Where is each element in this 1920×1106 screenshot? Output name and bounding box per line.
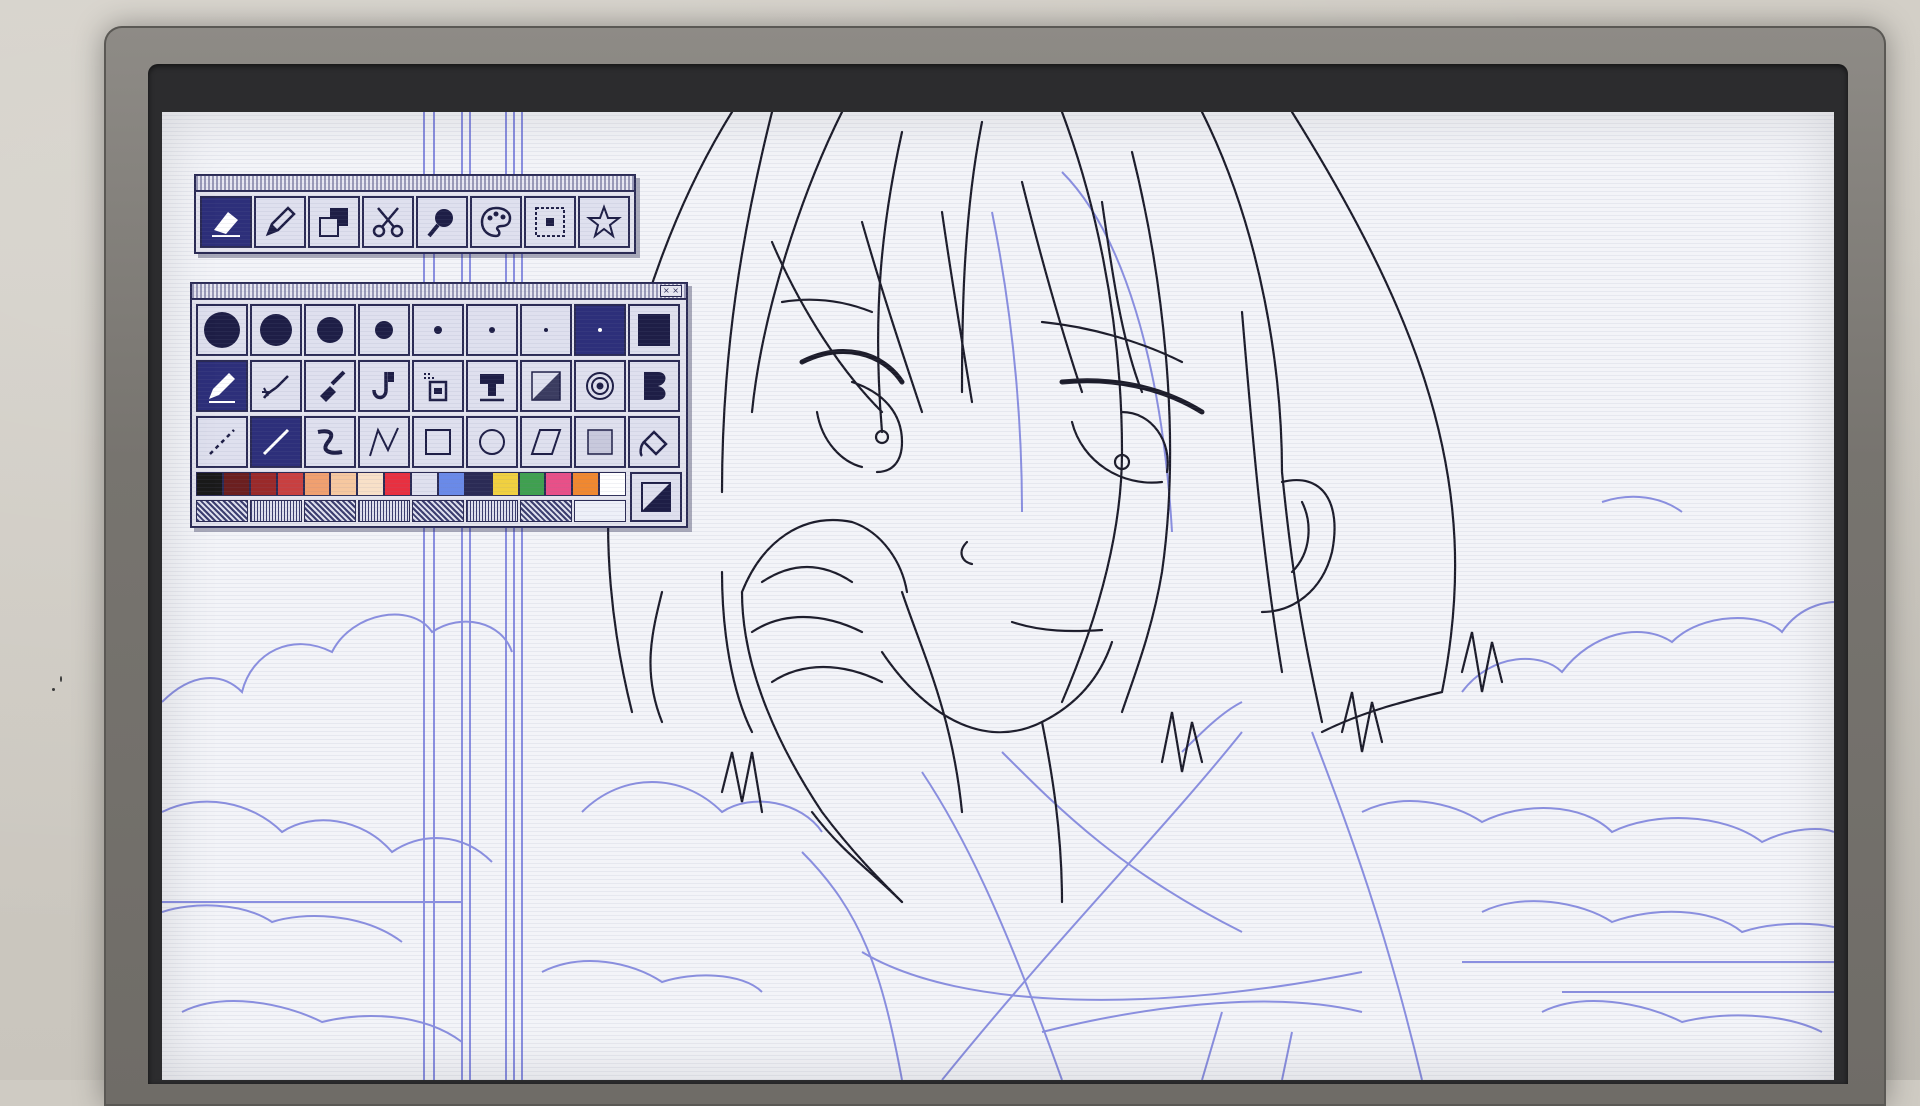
- brush-size-3-button[interactable]: [304, 304, 356, 356]
- color-swatch[interactable]: [599, 472, 626, 496]
- color-swatch[interactable]: [222, 472, 250, 496]
- airbrush-icon[interactable]: [250, 360, 302, 412]
- ellipse-icon[interactable]: [466, 416, 518, 468]
- brush-size-1-button[interactable]: [196, 304, 248, 356]
- drawing-canvas[interactable]: × ×: [162, 112, 1834, 1080]
- brush-tool-grid: [192, 360, 686, 416]
- fill-stamp-icon[interactable]: [466, 360, 518, 412]
- color-swatch[interactable]: [303, 472, 331, 496]
- brush-size-4-button[interactable]: [358, 304, 410, 356]
- color-swap-icon[interactable]: [630, 472, 682, 522]
- color-swatch[interactable]: [572, 472, 600, 496]
- wall-speck: [52, 688, 55, 691]
- select-frame-icon[interactable]: [524, 196, 576, 248]
- brush-size-7-button[interactable]: [520, 304, 572, 356]
- brush-palette: × ×: [190, 282, 688, 528]
- line-icon[interactable]: [250, 416, 302, 468]
- smudge-icon[interactable]: [358, 360, 410, 412]
- tool-grid: [196, 192, 634, 252]
- wall-speck: [60, 676, 62, 682]
- scissors-icon[interactable]: [362, 196, 414, 248]
- color-swatch[interactable]: [276, 472, 304, 496]
- brush-size-2-button[interactable]: [250, 304, 302, 356]
- color-swatch[interactable]: [437, 472, 465, 496]
- color-swatch[interactable]: [384, 472, 411, 496]
- star-icon[interactable]: [578, 196, 630, 248]
- target-icon[interactable]: [574, 360, 626, 412]
- palette-icon[interactable]: [470, 196, 522, 248]
- pattern-swatch[interactable]: [466, 500, 518, 522]
- pattern-swatch[interactable]: [520, 500, 572, 522]
- brush-icon[interactable]: [304, 360, 356, 412]
- brush-size-grid: [192, 300, 686, 360]
- line-art-layer: [607, 112, 1504, 904]
- artwork-layer: [162, 112, 1834, 1080]
- polyline-icon[interactable]: [358, 416, 410, 468]
- brush-size-8-button[interactable]: [574, 304, 626, 356]
- eraser-icon[interactable]: [200, 196, 252, 248]
- pattern-swatch-blank[interactable]: [574, 500, 626, 522]
- brush-size-5-button[interactable]: [412, 304, 464, 356]
- color-swatch[interactable]: [545, 472, 573, 496]
- bucket-b-icon[interactable]: [628, 360, 680, 412]
- stamp-icon[interactable]: [412, 360, 464, 412]
- layer-copy-icon[interactable]: [308, 196, 360, 248]
- pattern-swatch[interactable]: [196, 500, 248, 522]
- magnifier-icon[interactable]: [416, 196, 468, 248]
- freehand-icon[interactable]: [304, 416, 356, 468]
- pencil-icon[interactable]: [196, 360, 248, 412]
- pen-icon[interactable]: [254, 196, 306, 248]
- color-swatch[interactable]: [518, 472, 546, 496]
- color-swatch[interactable]: [491, 472, 519, 496]
- pattern-swatch[interactable]: [250, 500, 302, 522]
- pattern-row: [192, 498, 630, 526]
- brush-size-fill-button[interactable]: [628, 304, 680, 356]
- brush-palette-titlebar[interactable]: × ×: [192, 284, 686, 300]
- color-swatch[interactable]: [330, 472, 358, 496]
- dotted-line-icon[interactable]: [196, 416, 248, 468]
- paint-bucket-icon[interactable]: [628, 416, 680, 468]
- gradient-icon[interactable]: [520, 360, 572, 412]
- palette-close-icon[interactable]: × ×: [660, 285, 682, 297]
- main-tool-palette: [194, 174, 636, 254]
- color-swatch-row: [192, 472, 630, 498]
- blue-sketch-layer: [162, 112, 1834, 1080]
- color-swatch[interactable]: [196, 472, 223, 496]
- color-swatch[interactable]: [249, 472, 277, 496]
- pattern-swatch[interactable]: [412, 500, 464, 522]
- filled-rect-icon[interactable]: [574, 416, 626, 468]
- brush-size-6-button[interactable]: [466, 304, 518, 356]
- pattern-swatch[interactable]: [358, 500, 410, 522]
- color-swatch[interactable]: [411, 472, 438, 496]
- color-swatch[interactable]: [357, 472, 385, 496]
- shape-tool-grid: [192, 416, 686, 472]
- rectangle-icon[interactable]: [412, 416, 464, 468]
- parallelogram-icon[interactable]: [520, 416, 572, 468]
- pattern-swatch[interactable]: [304, 500, 356, 522]
- color-swatch[interactable]: [464, 472, 492, 496]
- tool-palette-titlebar[interactable]: [196, 176, 634, 192]
